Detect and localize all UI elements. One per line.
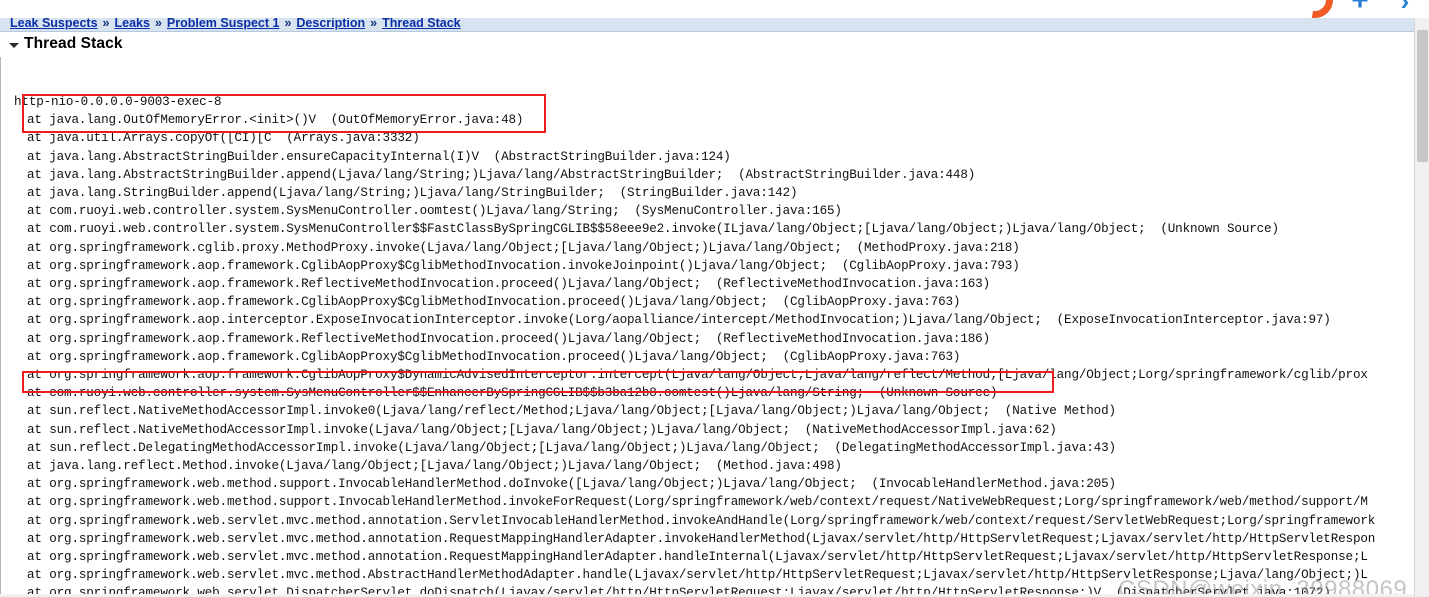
stack-frame-line: at org.springframework.web.servlet.mvc.m… — [27, 568, 1368, 583]
triangle-down-icon[interactable] — [8, 38, 20, 50]
stack-frame-line: at org.springframework.aop.framework.Cgl… — [27, 349, 961, 364]
stack-frame-line: at org.springframework.web.servlet.mvc.m… — [27, 513, 1376, 528]
stack-frame-line: at org.springframework.aop.framework.Cgl… — [27, 368, 1368, 383]
stack-frame-line: at com.ruoyi.web.controller.system.SysMe… — [27, 204, 842, 219]
stack-frame-line: at java.lang.AbstractStringBuilder.appen… — [27, 167, 976, 182]
stack-frame-line: at java.lang.reflect.Method.invoke(Ljava… — [27, 459, 842, 474]
edge-logo-icon — [1289, 0, 1341, 18]
stack-frame-line: at org.springframework.aop.interceptor.E… — [27, 313, 1331, 328]
page-title: Thread Stack — [24, 35, 123, 52]
stack-trace-list: http-nio-0.0.0.0-9003-exec-8 at java.lan… — [1, 57, 1429, 597]
thread-stack-view: + › Leak Suspects » Leaks » Problem Susp… — [0, 0, 1429, 597]
stack-trace-pane[interactable]: http-nio-0.0.0.0-9003-exec-8 at java.lan… — [0, 57, 1429, 597]
stack-frame-line: at java.lang.OutOfMemoryError.<init>()V … — [27, 113, 524, 128]
top-spacer — [1, 57, 1429, 93]
chevron-right-icon[interactable]: › — [1392, 0, 1418, 14]
stack-frame-line: at org.springframework.web.method.suppor… — [27, 495, 1368, 510]
section-header: Thread Stack — [0, 33, 1429, 55]
stack-frame-line: at org.springframework.aop.framework.Ref… — [27, 277, 990, 292]
stack-frame-line: at org.springframework.web.servlet.mvc.m… — [27, 531, 1376, 546]
stack-frame-line: at org.springframework.aop.framework.Cgl… — [27, 295, 961, 310]
stack-frame-line: at sun.reflect.NativeMethodAccessorImpl.… — [27, 404, 1116, 419]
editor-frame: Leak Suspects » Leaks » Problem Suspect … — [0, 14, 1429, 597]
stack-frame-line: at java.util.Arrays.copyOf([CI)[C (Array… — [27, 131, 420, 146]
thread-name-line: http-nio-0.0.0.0-9003-exec-8 — [14, 95, 222, 109]
stack-frame-line: at java.lang.StringBuilder.append(Ljava/… — [27, 186, 798, 201]
stack-frame-line: at org.springframework.aop.framework.Cgl… — [27, 258, 1020, 273]
stack-frame-line: at com.ruoyi.web.controller.system.SysMe… — [27, 222, 1279, 237]
stack-frame-line: at sun.reflect.NativeMethodAccessorImpl.… — [27, 422, 1057, 437]
stack-frame-line: at sun.reflect.DelegatingMethodAccessorI… — [27, 440, 1116, 455]
vertical-scrollbar-thumb[interactable] — [1417, 30, 1428, 162]
stack-frame-line: at org.springframework.web.method.suppor… — [27, 477, 1116, 492]
browser-toolbar-strip: + › — [0, 0, 1429, 18]
stack-frame-line: at java.lang.AbstractStringBuilder.ensur… — [27, 149, 731, 164]
vertical-scrollbar[interactable] — [1414, 14, 1429, 597]
stack-frame-line: at com.ruoyi.web.controller.system.SysMe… — [27, 386, 998, 401]
stack-frame-line: at org.springframework.cglib.proxy.Metho… — [27, 240, 1020, 255]
plus-icon[interactable]: + — [1346, 0, 1374, 16]
stack-frame-line: at org.springframework.aop.framework.Ref… — [27, 331, 990, 346]
stack-frame-line: at org.springframework.web.servlet.mvc.m… — [27, 550, 1368, 565]
